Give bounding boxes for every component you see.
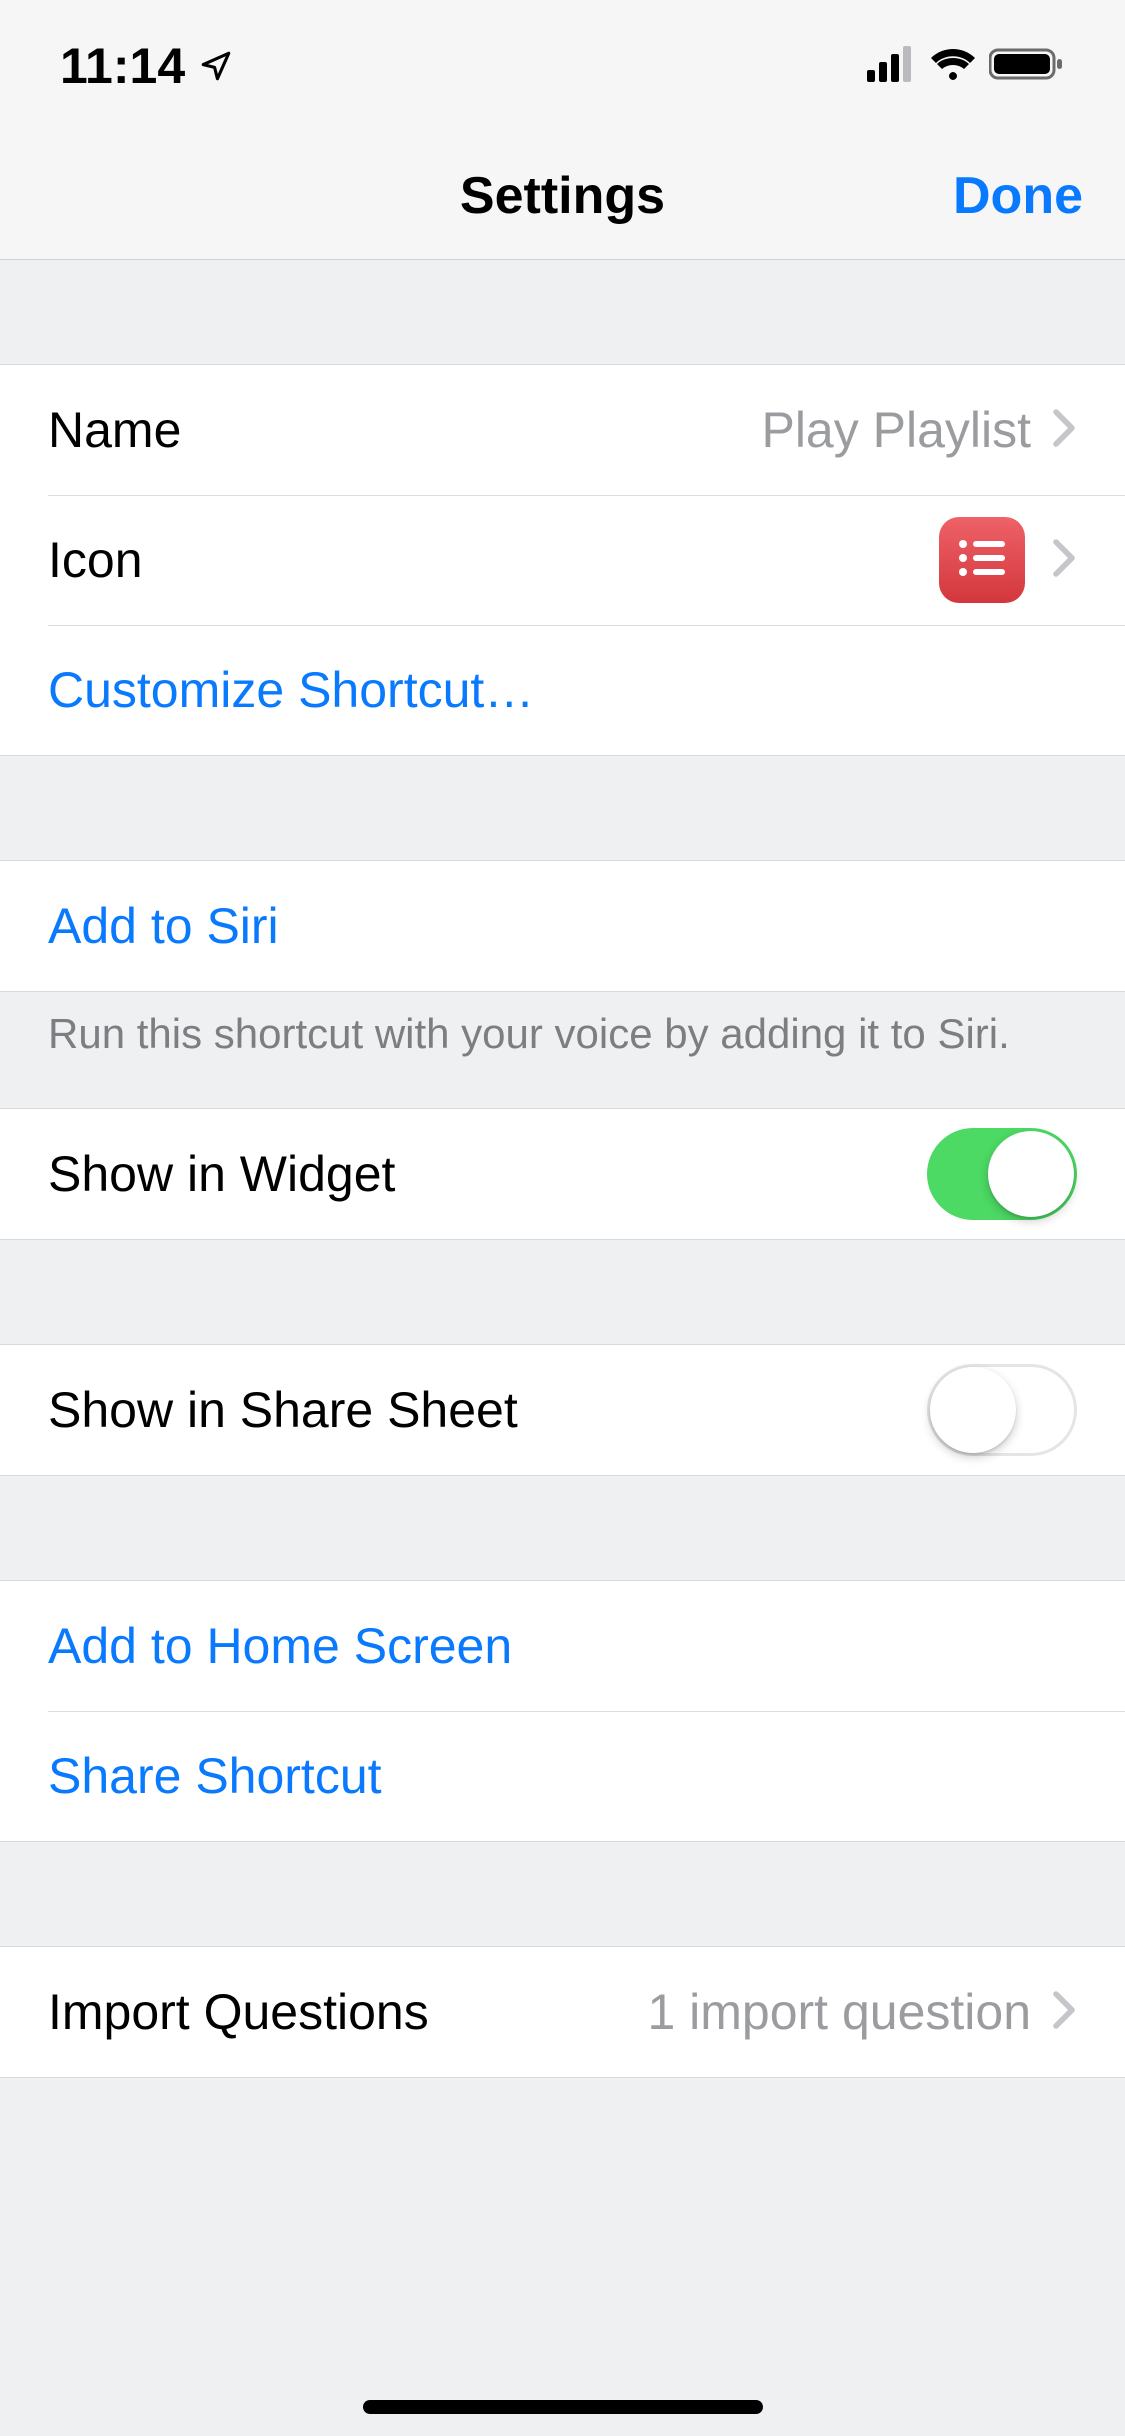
show-in-share-sheet-label: Show in Share Sheet — [48, 1381, 927, 1439]
siri-footer-text: Run this shortcut with your voice by add… — [48, 1010, 1077, 1058]
status-time-area: 11:14 — [60, 37, 233, 95]
name-row[interactable]: Name Play Playlist — [0, 365, 1125, 495]
import-questions-label: Import Questions — [48, 1983, 647, 2041]
import-questions-row[interactable]: Import Questions 1 import question — [0, 1947, 1125, 2077]
group-identity: Name Play Playlist Icon Customize — [0, 364, 1125, 756]
wifi-icon — [929, 46, 977, 87]
chevron-right-icon — [1051, 1990, 1077, 2035]
import-questions-value: 1 import question — [647, 1983, 1031, 2041]
share-shortcut-row[interactable]: Share Shortcut — [0, 1711, 1125, 1841]
name-label: Name — [48, 401, 761, 459]
add-to-siri-label: Add to Siri — [48, 897, 1077, 955]
icon-label: Icon — [48, 531, 939, 589]
show-in-share-sheet-toggle[interactable] — [927, 1364, 1077, 1456]
customize-shortcut-row[interactable]: Customize Shortcut… — [0, 625, 1125, 755]
shortcut-icon-preview — [939, 517, 1025, 603]
group-siri: Add to Siri — [0, 860, 1125, 992]
show-in-widget-row: Show in Widget — [0, 1109, 1125, 1239]
show-in-widget-toggle[interactable] — [927, 1128, 1077, 1220]
location-icon — [199, 37, 233, 95]
name-value: Play Playlist — [761, 401, 1031, 459]
nav-bar: Settings Done — [0, 132, 1125, 260]
customize-shortcut-label: Customize Shortcut… — [48, 661, 1077, 719]
add-to-siri-row[interactable]: Add to Siri — [0, 861, 1125, 991]
group-actions: Add to Home Screen Share Shortcut — [0, 1580, 1125, 1842]
page-title: Settings — [460, 166, 665, 226]
status-time: 11:14 — [60, 37, 185, 95]
cellular-icon — [867, 46, 917, 87]
status-bar: 11:14 — [0, 0, 1125, 132]
done-button[interactable]: Done — [953, 166, 1083, 226]
group-widget: Show in Widget — [0, 1108, 1125, 1240]
add-to-home-screen-label: Add to Home Screen — [48, 1617, 1077, 1675]
chevron-right-icon — [1051, 408, 1077, 453]
chevron-right-icon — [1051, 538, 1077, 583]
status-indicators — [867, 46, 1065, 87]
battery-icon — [989, 46, 1065, 87]
add-to-home-screen-row[interactable]: Add to Home Screen — [0, 1581, 1125, 1711]
icon-row[interactable]: Icon — [0, 495, 1125, 625]
group-import: Import Questions 1 import question — [0, 1946, 1125, 2078]
list-icon — [955, 536, 1009, 585]
show-in-share-sheet-row: Show in Share Sheet — [0, 1345, 1125, 1475]
show-in-widget-label: Show in Widget — [48, 1145, 927, 1203]
home-indicator — [363, 2400, 763, 2414]
share-shortcut-label: Share Shortcut — [48, 1747, 1077, 1805]
siri-footer: Run this shortcut with your voice by add… — [0, 992, 1125, 1108]
group-sharesheet: Show in Share Sheet — [0, 1344, 1125, 1476]
